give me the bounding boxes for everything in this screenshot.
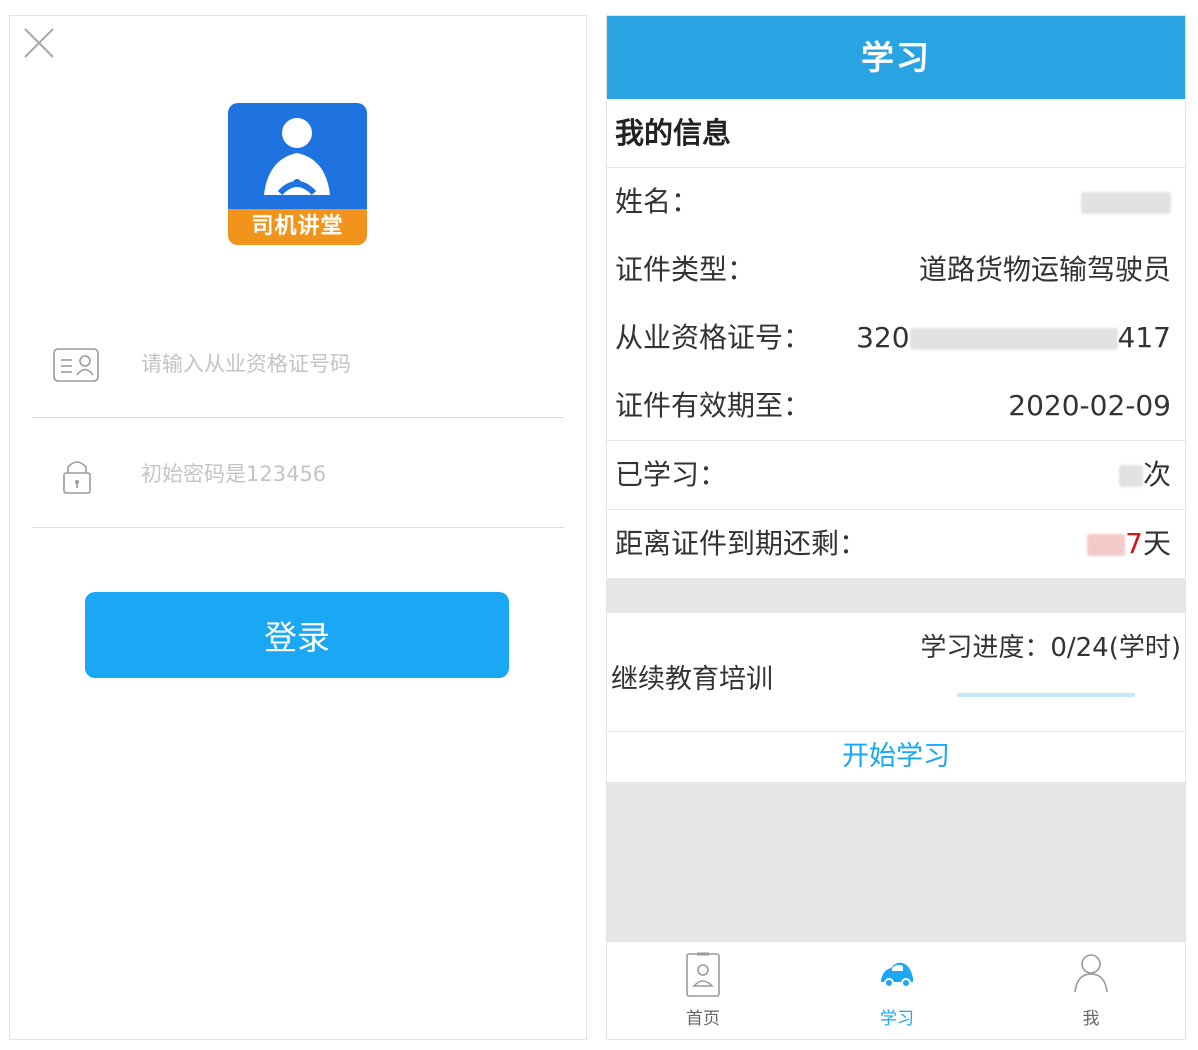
tab-study-label: 学习 [880,1009,914,1029]
tab-home[interactable]: 首页 [643,942,763,1039]
tab-bar: 首页 学习 我 [607,941,1185,1039]
tab-home-label: 首页 [686,1009,720,1029]
expiry-value: 2020-02-09 [1008,389,1171,422]
remaining-redacted [1087,534,1126,556]
cert-number-suffix: 417 [1117,321,1171,354]
cert-type-value: 道路货物运输驾驶员 [918,253,1171,286]
name-value [1081,168,1171,236]
cert-type-label: 证件类型： [615,253,756,286]
page-title: 学习 [607,16,1185,99]
person-icon [1074,954,1108,993]
studied-suffix: 次 [1142,458,1171,491]
cert-number-value: 320 417 [856,304,1171,372]
cert-number-label: 从业资格证号： [615,321,812,354]
car-icon [881,962,913,988]
progress-text: 学习进度：0/24(学时) [920,633,1181,663]
expiry-row: 证件有效期至： 2020-02-09 [607,372,1185,440]
tab-me[interactable]: 我 [1031,942,1151,1039]
studied-redacted [1118,465,1143,487]
close-icon[interactable] [22,26,56,60]
remaining-row: 距离证件到期还剩： 7天 [607,509,1185,578]
password-input[interactable] [139,453,543,495]
id-card-icon [686,952,720,997]
expiry-label: 证件有效期至： [615,389,812,422]
start-study-button[interactable]: 开始学习 [607,732,1185,782]
login-button[interactable]: 登录 [85,592,509,678]
cert-number-row: 从业资格证号： 320 417 [607,304,1185,372]
id-card-icon [53,348,99,382]
studied-row: 已学习： 次 [607,440,1185,509]
logo-text: 司机讲堂 [228,209,367,245]
name-label: 姓名： [615,185,700,218]
remaining-unit: 天 [1142,527,1171,560]
tab-study[interactable]: 学习 [837,942,957,1039]
cert-number-field[interactable] [32,307,564,418]
remaining-label: 距离证件到期还剩： [615,527,868,560]
studied-value: 次 [1118,441,1171,509]
studied-label: 已学习： [615,458,728,491]
lock-icon [63,461,91,494]
cert-number-prefix: 320 [856,321,910,354]
cert-number-redacted [909,328,1118,350]
app-logo: 司机讲堂 [228,103,367,245]
cert-type-row: 证件类型： 道路货物运输驾驶员 [607,236,1185,304]
info-section: 我的信息 姓名： 证件类型： 道路货物运输驾驶员 从业资格证号： 320 417 … [607,99,1185,578]
password-field[interactable] [32,417,564,528]
tab-me-label: 我 [1082,1009,1100,1029]
name-redacted [1081,192,1171,214]
remaining-digit: 7 [1125,527,1143,560]
info-title: 我的信息 [607,99,1185,168]
driver-icon [264,118,330,196]
study-screen: 学习 我的信息 姓名： 证件类型： 道路货物运输驾驶员 从业资格证号： 320 4… [606,15,1186,1040]
training-label: 继续教育培训 [611,664,773,695]
training-card: 继续教育培训 学习进度：0/24(学时) [607,613,1185,732]
cert-number-input[interactable] [139,343,543,385]
progress-bar [957,693,1135,697]
name-row: 姓名： [607,168,1185,236]
remaining-value: 7天 [1087,510,1171,578]
login-screen: 司机讲堂 登录 [9,15,587,1040]
